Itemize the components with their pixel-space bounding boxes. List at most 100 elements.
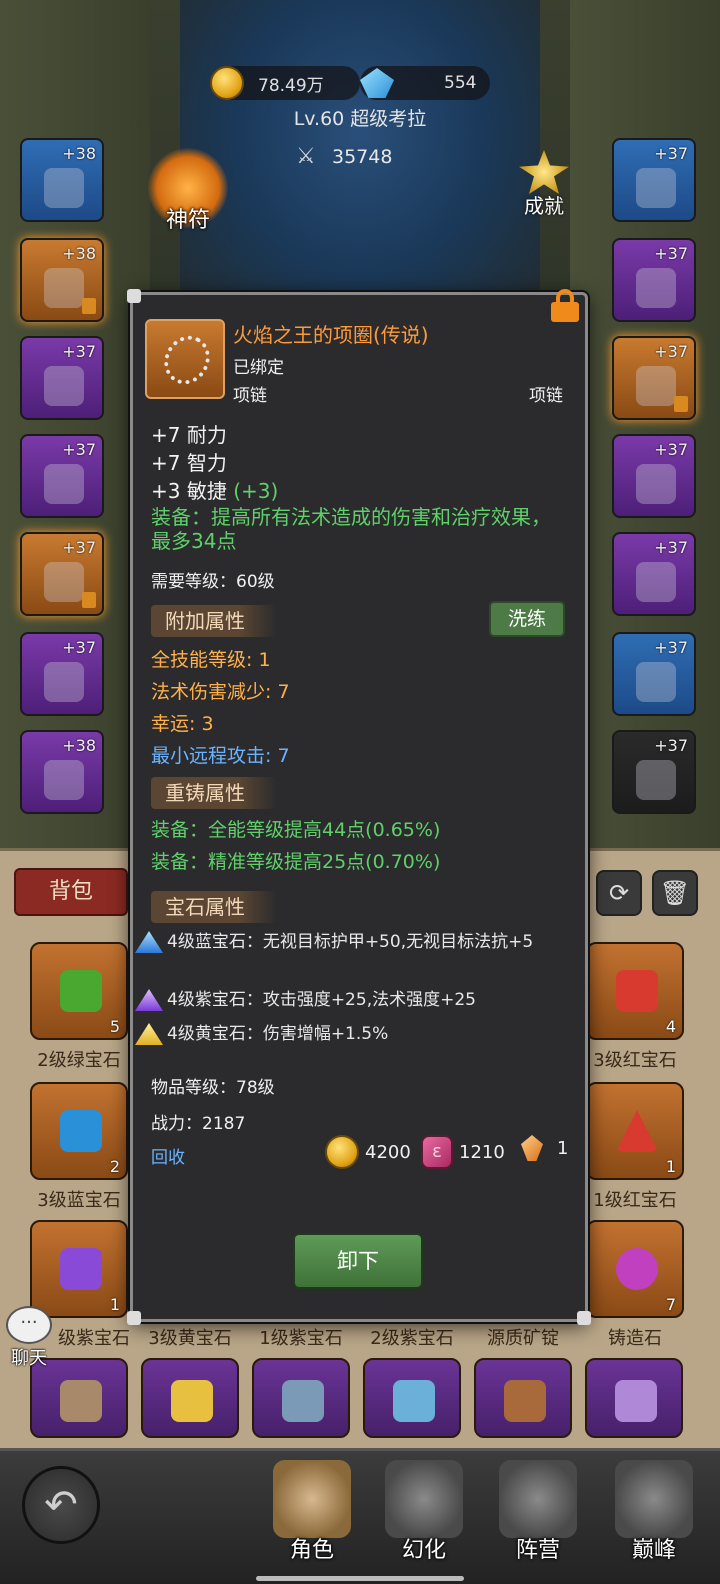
equip-slot[interactable]: +37	[612, 434, 696, 518]
slot-level: +37	[654, 440, 688, 459]
bag-item[interactable]: 2	[30, 1082, 128, 1180]
bag-item[interactable]	[141, 1358, 239, 1438]
bag-item[interactable]	[585, 1358, 683, 1438]
item-count: 5	[109, 1017, 120, 1036]
bag-item[interactable]	[30, 1358, 128, 1438]
crown-icon	[385, 1460, 463, 1538]
equip-slot[interactable]: +37	[612, 532, 696, 616]
trash-icon[interactable]: 🗑	[652, 870, 698, 916]
nav-label: 角色	[289, 1538, 334, 1563]
item-name: 铸造石	[608, 1328, 662, 1349]
recycle-link[interactable]: 回收	[151, 1143, 185, 1168]
lock-icon[interactable]	[551, 289, 579, 323]
belt-icon	[636, 168, 676, 208]
bag-item[interactable]: 7	[586, 1220, 684, 1318]
extra-attribute: 法术伤害减少: 7	[151, 681, 290, 703]
amulet-icon	[615, 1380, 657, 1422]
gem-attributes-title: 宝石属性	[151, 891, 277, 923]
gold-amount: 78.49万	[258, 75, 324, 96]
bag-item[interactable]	[252, 1358, 350, 1438]
item-slot: 项链	[233, 386, 267, 406]
slot-level: +37	[654, 538, 688, 557]
trinket-icon	[636, 662, 676, 702]
helmet-icon	[44, 168, 84, 208]
bag-item[interactable]	[474, 1358, 572, 1438]
extra-attributes-title: 附加属性	[151, 605, 277, 637]
slot-level: +38	[62, 244, 96, 263]
purple-gem-icon	[135, 989, 163, 1011]
gem-socket: 4级蓝宝石：无视目标护甲+50,无视目标法抗+5	[135, 931, 575, 953]
viking-helmet-icon	[273, 1460, 351, 1538]
item-name: 级紫宝石	[58, 1328, 130, 1349]
equip-slot[interactable]: +37	[612, 336, 696, 420]
equip-slot[interactable]: +37	[612, 632, 696, 716]
blue-gem-icon	[135, 931, 163, 953]
bag-item[interactable]: 5	[30, 942, 128, 1040]
trinket-icon	[636, 760, 676, 800]
slot-level: +38	[62, 144, 96, 163]
reforge-attribute: 装备：精准等级提高25点(0.70%)	[151, 851, 441, 873]
nav-label: 幻化	[401, 1538, 446, 1563]
equip-slot[interactable]: +37	[20, 434, 104, 518]
unequip-button[interactable]: 卸下	[293, 1233, 423, 1289]
nav-peak[interactable]: 巅峰	[604, 1460, 704, 1564]
talisman-button[interactable]: 神符	[140, 148, 236, 258]
refine-button[interactable]: 洗练	[489, 601, 565, 637]
stat-bonus: (+3)	[233, 479, 279, 503]
equip-effect: 装备：提高所有法术造成的伤害和治疗效果，最多34点	[151, 505, 551, 553]
chest-armor-icon	[44, 464, 84, 504]
equip-slot[interactable]: +38	[20, 730, 104, 814]
base-stat: +7 耐力	[151, 423, 227, 447]
equip-slot[interactable]: +37	[612, 138, 696, 222]
shard-icon	[521, 1135, 543, 1161]
bag-item[interactable]: 1	[30, 1220, 128, 1318]
item-combat-power: 战力：2187	[151, 1114, 246, 1134]
equip-slot-selected[interactable]: +38	[20, 238, 104, 322]
equip-slot[interactable]: +38	[20, 138, 104, 222]
winged-emblem-icon	[615, 1460, 693, 1538]
equip-slot[interactable]: +37	[612, 730, 696, 814]
lock-icon	[674, 396, 688, 412]
price-shard-value: 1	[557, 1137, 569, 1159]
item-name: 3级黄宝石	[148, 1328, 232, 1349]
extra-attribute: 幸运: 3	[151, 713, 214, 735]
gloves-icon	[44, 760, 84, 800]
price-rune-value: 1210	[459, 1141, 505, 1163]
reforge-attribute: 装备：全能等级提高44点(0.65%)	[151, 819, 441, 841]
blue-gem-icon	[60, 1110, 102, 1152]
equip-slot[interactable]: +37	[20, 532, 104, 616]
achievement-button[interactable]: 成就	[514, 150, 574, 219]
item-count: 1	[665, 1157, 676, 1176]
star-icon	[519, 150, 569, 194]
corner-stud	[127, 1311, 141, 1325]
combat-power-value: 35748	[332, 146, 393, 168]
slot-level: +37	[62, 342, 96, 361]
equip-slot[interactable]: +37	[20, 632, 104, 716]
back-button[interactable]: ↶	[22, 1466, 100, 1544]
nav-transmog[interactable]: 幻化	[374, 1460, 474, 1564]
refresh-icon[interactable]: ⟳	[596, 870, 642, 916]
faction-banner-icon	[499, 1460, 577, 1538]
equip-slot[interactable]: +37	[20, 336, 104, 420]
chat-bubble-icon: ···	[6, 1306, 52, 1344]
bound-status: 已绑定	[233, 358, 284, 378]
equip-slot[interactable]: +37	[612, 238, 696, 322]
slot-level: +37	[62, 440, 96, 459]
required-level: 需要等级：60级	[151, 572, 275, 592]
gem-text: 4级紫宝石：攻击强度+25,法术强度+25	[167, 990, 476, 1010]
nav-character[interactable]: 角色	[262, 1460, 362, 1564]
diamond-amount: 554	[444, 73, 477, 93]
corner-stud	[127, 289, 141, 303]
nav-faction[interactable]: 阵营	[488, 1460, 588, 1564]
bag-tab[interactable]: 背包	[14, 868, 128, 916]
gold-display: 78.49万	[210, 66, 360, 100]
bag-item[interactable]: 4	[586, 942, 684, 1040]
item-name: 1级紫宝石	[259, 1328, 343, 1349]
diamond-display: 554	[360, 66, 490, 100]
nav-label: 阵营	[515, 1538, 560, 1563]
bag-item[interactable]	[363, 1358, 461, 1438]
chat-button[interactable]: ··· 聊天	[4, 1306, 54, 1370]
sword-icon	[393, 1380, 435, 1422]
bag-item[interactable]: 1	[586, 1082, 684, 1180]
dagger-icon	[282, 1380, 324, 1422]
